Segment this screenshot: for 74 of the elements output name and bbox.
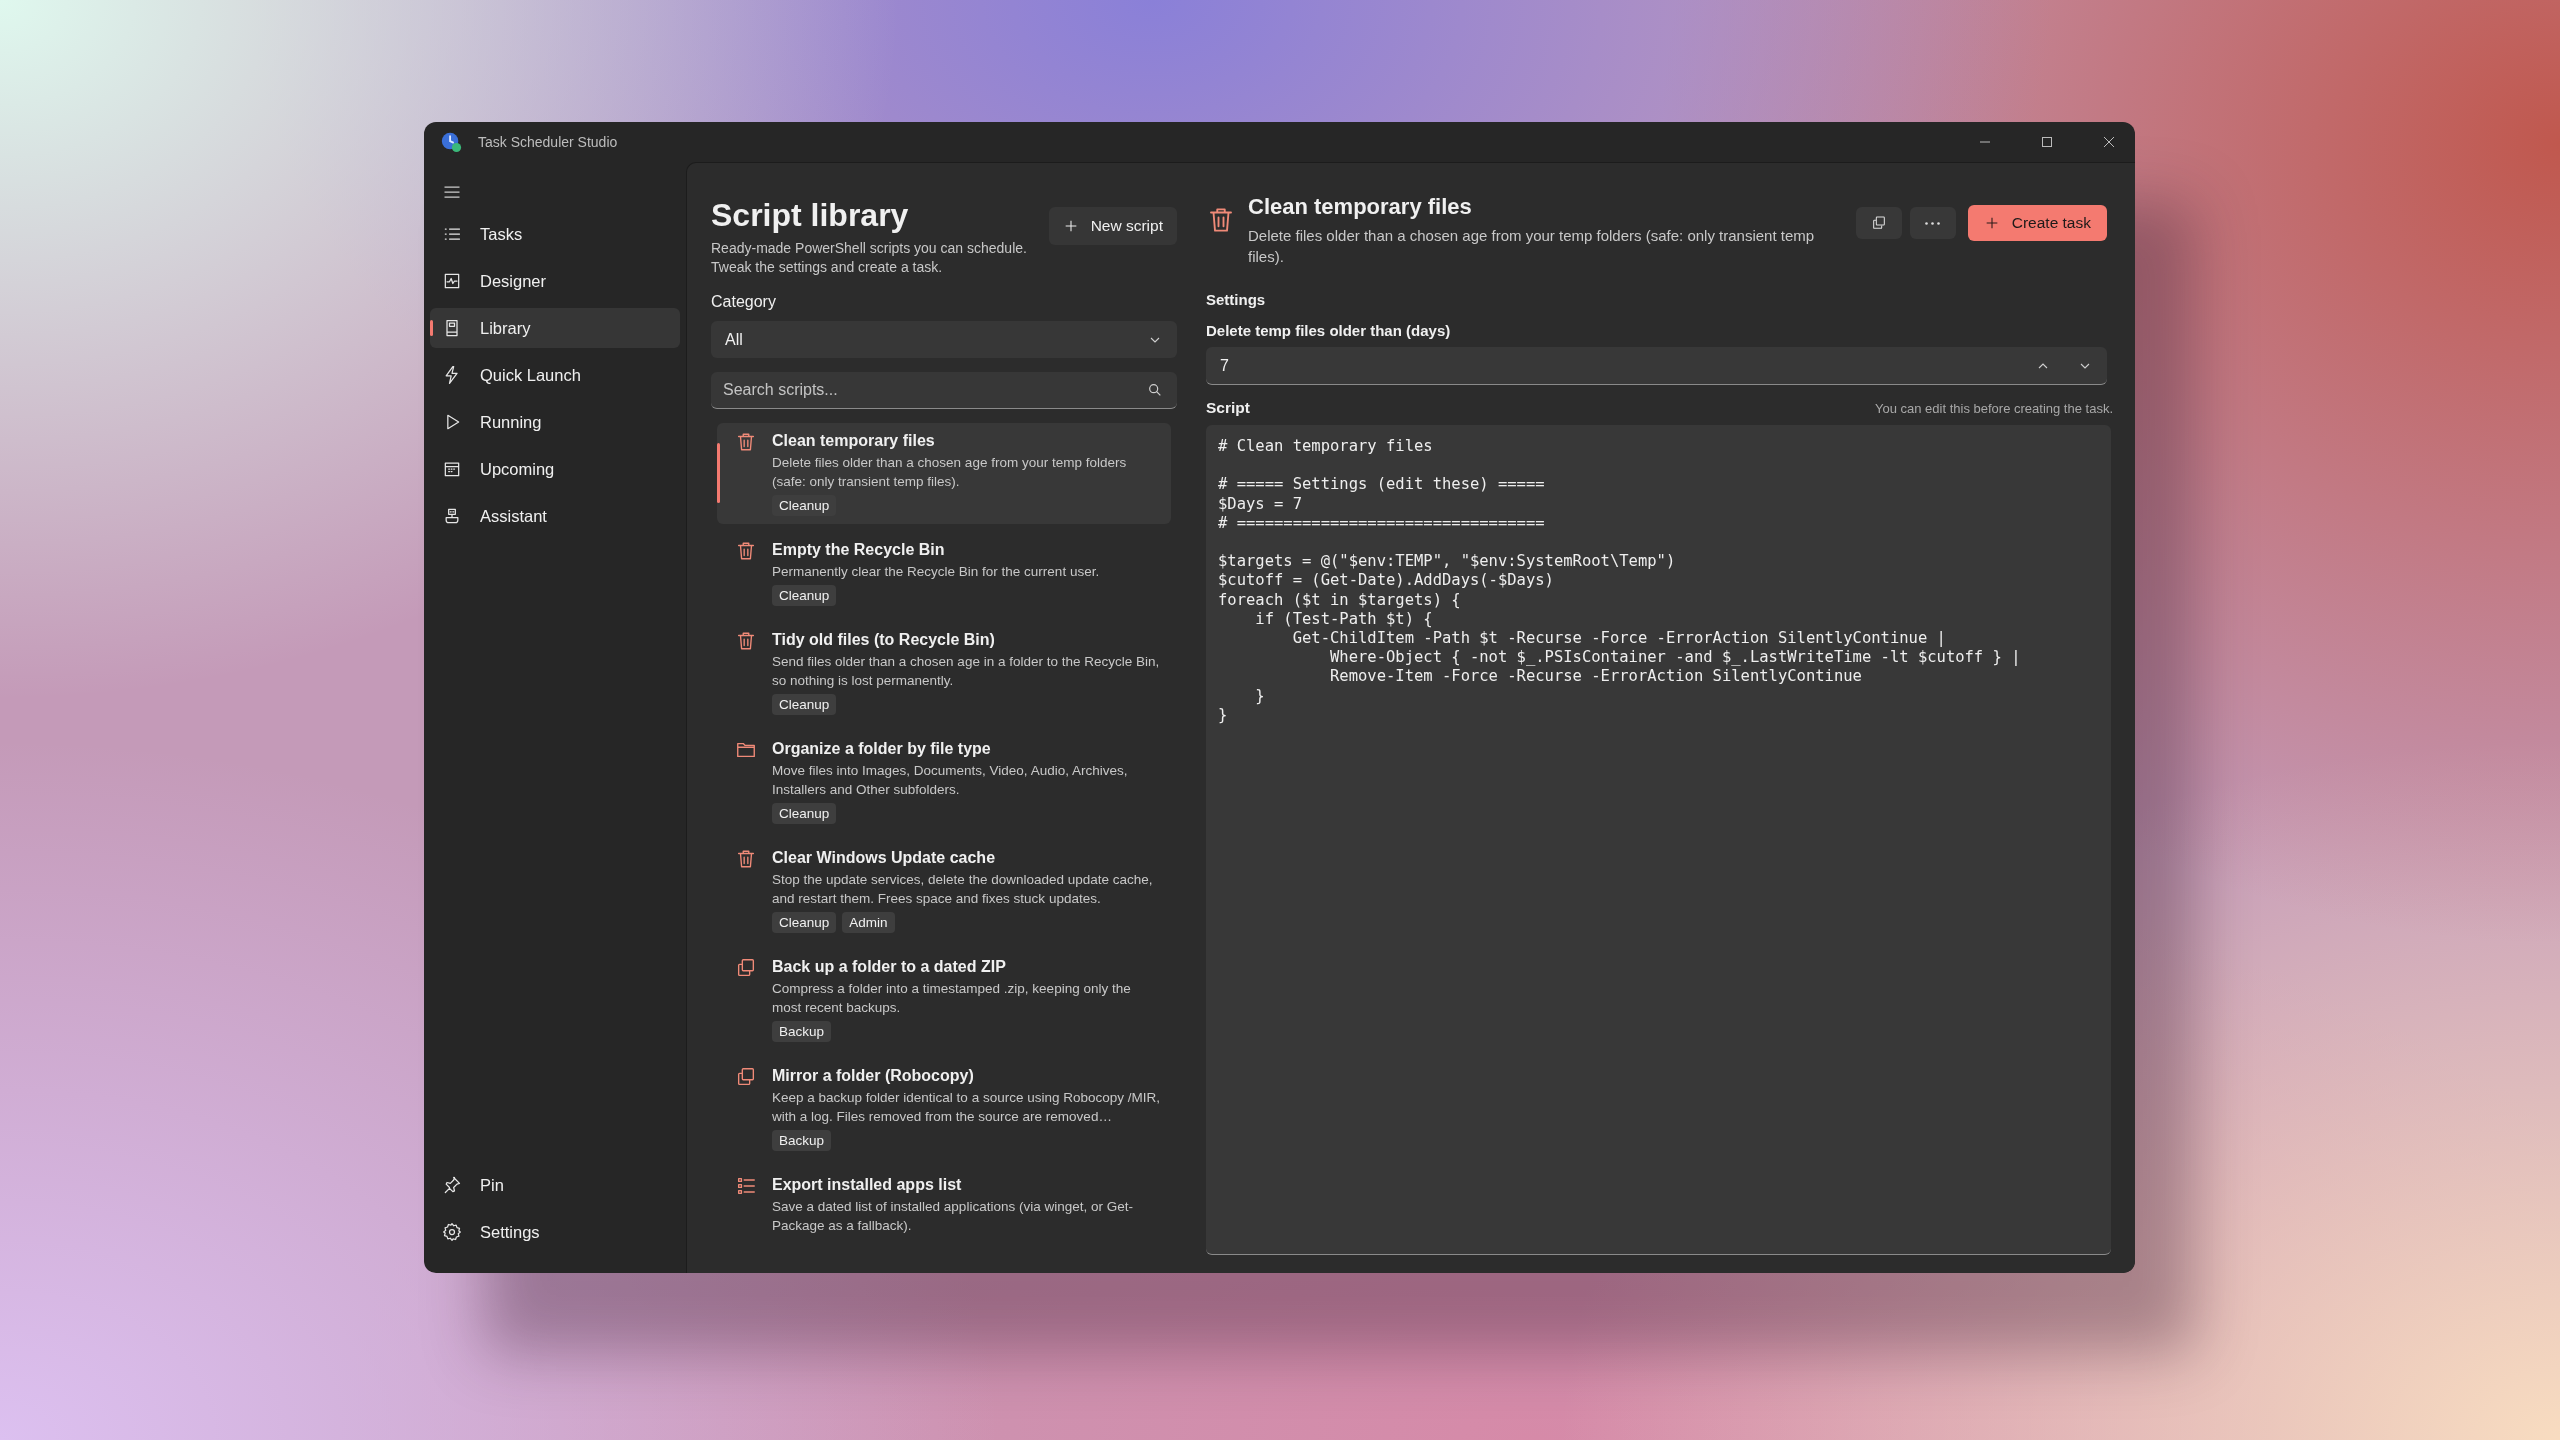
sidebar-item[interactable]: Designer [430, 261, 680, 301]
script-description: Compress a folder into a timestamped .zip, keeping only the most recent backups. [772, 980, 1132, 1017]
copy-icon [735, 1066, 757, 1088]
trash-icon [735, 540, 757, 562]
app-logo-icon [440, 131, 462, 153]
script-description: Send files older than a chosen age in a folder to the Recycle Bin, so nothing is lost permanently. [772, 653, 1161, 690]
script-title: Clean temporary files [772, 431, 936, 451]
maximize-button[interactable] [2041, 136, 2053, 148]
search-field[interactable]: Search scripts... [711, 372, 1177, 409]
script-description: Stop the update services, delete the downloaded update cache, and restart them. Frees space and fixes stuck updates. [772, 871, 1154, 908]
script-list-item[interactable]: Empty the Recycle Bin Permanently clear the Recycle Bin for the current user. Cleanup [717, 532, 1171, 614]
new-script-button[interactable]: New script [1048, 207, 1177, 245]
script-list-item[interactable]: Mirror a folder (Robocopy) Keep a backup folder identical to a source using Robocopy /MIR, with a log. Files removed from the source are removed… Backup [717, 1058, 1171, 1159]
script-description: Keep a backup folder identical to a source using Robocopy /MIR, with a log. Files removed from the source are removed… [772, 1089, 1161, 1126]
sidebar-item[interactable]: Quick Launch [430, 355, 680, 395]
category-tag: Backup [772, 1021, 832, 1042]
script-title: Export installed apps list [772, 1175, 963, 1195]
category-dropdown[interactable]: All [711, 321, 1177, 358]
script-title: Empty the Recycle Bin [772, 540, 946, 560]
pulse-icon [442, 271, 462, 291]
section-heading: Settings [1206, 291, 1267, 308]
page-subtitle: Ready-made PowerShell scripts you can schedule. Tweak the settings and create a task. [711, 239, 1028, 277]
page-title: Script library [711, 196, 910, 235]
search-icon [1147, 382, 1163, 398]
copy-icon [1870, 215, 1887, 231]
copy-icon [735, 957, 757, 979]
sidebar-item[interactable]: Running [430, 402, 680, 442]
sidebar-item[interactable]: Settings [430, 1212, 680, 1252]
category-tag: Cleanup [772, 585, 837, 606]
script-description: Save a dated list of installed applications (via winget, or Get-Package as a fallback). [772, 1198, 1134, 1235]
category-tag: Cleanup [772, 803, 837, 824]
script-list-item[interactable]: Organize a folder by file type Move files into Images, Documents, Video, Audio, Archives, Installers and Other subfolders. Cleanup [717, 731, 1171, 832]
script-list-item[interactable]: Clean temporary files Delete files older than a chosen age from your temp folders (safe: only transient temp files). Cleanup [717, 423, 1171, 524]
category-tag: Cleanup [772, 495, 837, 516]
trash-icon [735, 431, 757, 453]
sidebar-item[interactable]: Pin [430, 1165, 680, 1205]
trash-icon [735, 630, 757, 652]
close-button[interactable] [2103, 136, 2115, 148]
script-editor[interactable]: # Clean temporary files # ===== Settings (edit these) ===== $Days = 7 # ================================= $targets = @("$env:TEMP", "$env:SystemRoot\Temp") $cutoff = (Get-Date).AddDays(-$Days) foreach ($t in $targets) { if (Test-Path $t) { Get-ChildItem -Path $t -Recurse -Force -ErrorAction SilentlyContinue | Where-Object { -not $_.PSIsContainer -and $_.LastWriteTime -lt $cutoff } | Remove-Item -Force -Recurse -ErrorAction SilentlyContinue } } [1206, 425, 2111, 1255]
script-description: Permanently clear the Recycle Bin for the current user. [772, 563, 1101, 581]
create-task-button[interactable]: Create task [1967, 205, 2107, 241]
category-tag: Backup [772, 1130, 832, 1151]
hint-text: You can edit this before creating the task. [1875, 401, 2113, 416]
field-label: Category [711, 293, 777, 311]
field-label: Delete temp files older than (days) [1206, 322, 1452, 339]
script-heading: Clean temporary files [1248, 193, 1473, 221]
number-field[interactable]: 7 [1206, 347, 2107, 385]
script-description: Delete files older than a chosen age from your temp folders (safe: only transient temp files). [772, 454, 1128, 491]
script-description: Move files into Images, Documents, Video, Audio, Archives, Installers and Other subfolders. [772, 762, 1129, 799]
script-title: Organize a folder by file type [772, 739, 992, 759]
sidebar-item[interactable]: Assistant [430, 496, 680, 536]
category-tag: Admin [842, 912, 895, 933]
category-tag: Cleanup [772, 912, 837, 933]
script-list-item[interactable]: Tidy old files (to Recycle Bin) Send files older than a chosen age in a folder to the Recycle Bin, so nothing is lost permanently. Cleanup [717, 622, 1171, 723]
settings-icon [442, 1222, 462, 1242]
trash-icon [735, 848, 757, 870]
copy-button[interactable] [1855, 207, 1902, 239]
pin-icon [442, 1175, 462, 1195]
script-summary: Delete files older than a chosen age from your temp folders (safe: only transient temp files). [1248, 226, 1816, 267]
script-title: Clear Windows Update cache [772, 848, 997, 868]
sidebar-item[interactable]: Upcoming [430, 449, 680, 489]
script-title: Mirror a folder (Robocopy) [772, 1066, 975, 1086]
script-list-item[interactable]: Export installed apps list Save a dated list of installed applications (via winget, or Get-Package as a fallback). [717, 1167, 1171, 1243]
script-list-item[interactable]: Back up a folder to a dated ZIP Compress a folder into a timestamped .zip, keeping only the most recent backups. Backup [717, 949, 1171, 1050]
script-list-item[interactable]: Clear Windows Update cache Stop the update services, delete the downloaded update cache, and restart them. Frees space and fixes stuck updates. Cleanup Admin [717, 840, 1171, 941]
more-icon [1925, 221, 1941, 225]
sidebar-item[interactable]: Library [430, 308, 680, 348]
section-heading: Script [1206, 399, 1250, 417]
checklist-icon [735, 1175, 757, 1197]
sidebar-item[interactable]: Tasks [430, 214, 680, 254]
script-title: Tidy old files (to Recycle Bin) [772, 630, 996, 650]
category-tag: Cleanup [772, 694, 837, 715]
window-title: Task Scheduler Studio [478, 134, 618, 150]
script-title: Back up a folder to a dated ZIP [772, 957, 1007, 977]
